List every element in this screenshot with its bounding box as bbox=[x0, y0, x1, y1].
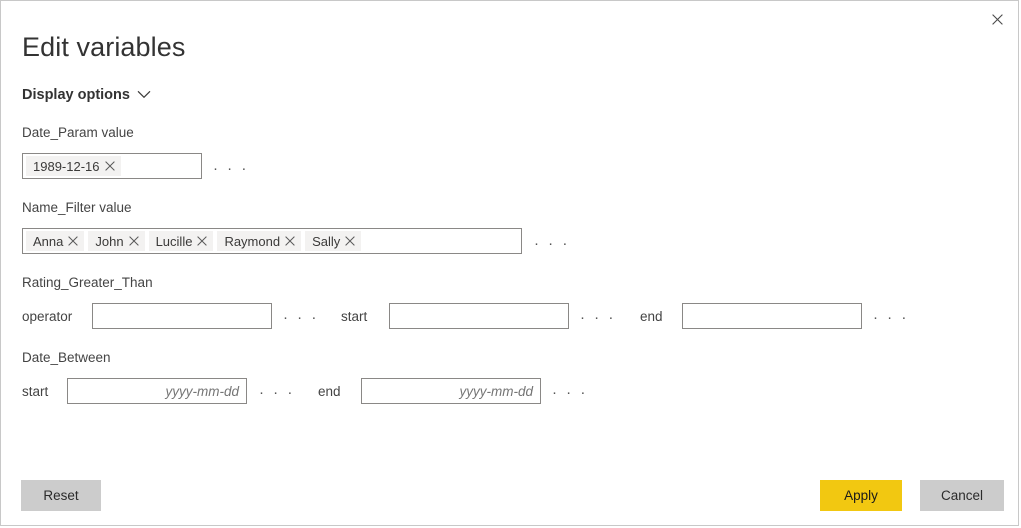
rating-start-input[interactable] bbox=[389, 303, 569, 329]
date-param-label: Date_Param value bbox=[22, 125, 134, 140]
date-between-start-placeholder: yyyy-mm-dd bbox=[165, 383, 240, 399]
tag-label: Sally bbox=[312, 233, 341, 249]
rating-end-label: end bbox=[640, 309, 663, 324]
date-between-end-placeholder: yyyy-mm-dd bbox=[459, 383, 534, 399]
tag-label: Raymond bbox=[224, 233, 281, 249]
close-icon[interactable] bbox=[285, 236, 295, 246]
name-filter-input[interactable]: Anna John Lucille Raymond Sally bbox=[22, 228, 522, 254]
rating-operator-more-button[interactable]: · · · bbox=[283, 310, 319, 325]
close-icon[interactable] bbox=[345, 236, 356, 246]
tag-label: Anna bbox=[33, 233, 64, 249]
display-options-toggle[interactable]: Display options bbox=[22, 86, 151, 104]
close-icon[interactable] bbox=[104, 161, 115, 171]
tag-item[interactable]: Sally bbox=[305, 231, 362, 251]
date-between-start-input[interactable]: yyyy-mm-dd bbox=[67, 378, 247, 404]
cancel-button[interactable]: Cancel bbox=[920, 480, 1004, 511]
close-button[interactable] bbox=[982, 5, 1012, 33]
date-between-start-label: start bbox=[22, 384, 49, 399]
page-title: Edit variables bbox=[22, 32, 186, 62]
name-filter-label: Name_Filter value bbox=[22, 200, 132, 215]
tag-item[interactable]: Lucille bbox=[148, 231, 214, 251]
display-options-label: Display options bbox=[22, 87, 130, 103]
date-param-more-button[interactable]: · · · bbox=[213, 161, 249, 176]
edit-variables-dialog: Edit variables Display options Date_Para… bbox=[0, 0, 1019, 526]
tag-item[interactable]: John bbox=[88, 231, 145, 251]
tag-label: Lucille bbox=[155, 233, 193, 249]
rating-start-more-button[interactable]: · · · bbox=[580, 310, 616, 325]
rating-operator-input[interactable] bbox=[92, 303, 272, 329]
rating-operator-label: operator bbox=[22, 309, 73, 324]
rating-greater-than-label: Rating_Greater_Than bbox=[22, 275, 153, 290]
rating-end-more-button[interactable]: · · · bbox=[873, 310, 909, 325]
close-icon bbox=[991, 13, 1003, 25]
close-icon[interactable] bbox=[197, 236, 208, 246]
date-between-start-more-button[interactable]: · · · bbox=[259, 385, 295, 400]
close-icon[interactable] bbox=[68, 236, 79, 246]
chevron-down-icon bbox=[137, 86, 151, 104]
reset-button[interactable]: Reset bbox=[21, 480, 101, 511]
name-filter-more-button[interactable]: · · · bbox=[534, 236, 570, 251]
rating-start-label: start bbox=[341, 309, 368, 324]
tag-item[interactable]: Anna bbox=[26, 231, 85, 251]
apply-button[interactable]: Apply bbox=[820, 480, 902, 511]
tag-item[interactable]: Raymond bbox=[217, 231, 302, 251]
date-param-input[interactable]: 1989-12-16 bbox=[22, 153, 202, 179]
date-between-end-label: end bbox=[318, 384, 341, 399]
tag-label: John bbox=[95, 233, 124, 249]
tag-item[interactable]: 1989-12-16 bbox=[26, 156, 121, 176]
date-between-end-more-button[interactable]: · · · bbox=[552, 385, 588, 400]
rating-end-input[interactable] bbox=[682, 303, 862, 329]
close-icon[interactable] bbox=[128, 236, 139, 246]
date-between-label: Date_Between bbox=[22, 350, 111, 365]
tag-label: 1989-12-16 bbox=[33, 158, 100, 174]
date-between-end-input[interactable]: yyyy-mm-dd bbox=[361, 378, 541, 404]
